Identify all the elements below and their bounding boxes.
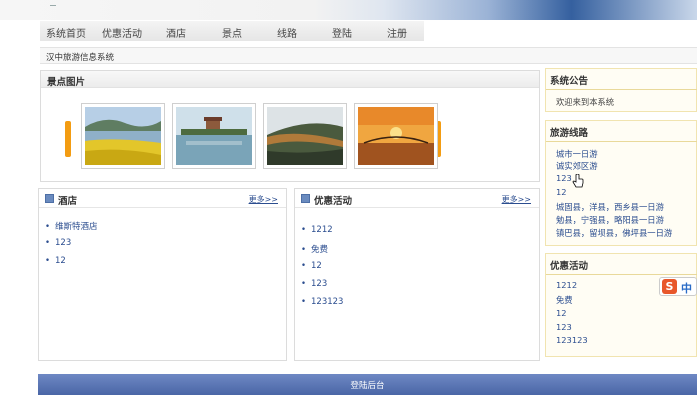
bullet-icon: •: [301, 279, 307, 289]
pavilion-lake-image: [176, 107, 252, 165]
list-icon: [45, 194, 54, 203]
promo-header: 优惠活动 更多>>: [295, 189, 539, 208]
promo-item[interactable]: • 123: [301, 279, 327, 289]
banner-mark: [50, 5, 56, 6]
site-name: 汉中旅游信息系统: [46, 53, 115, 63]
promo-item[interactable]: • 免费: [301, 243, 328, 255]
scenic-photo-4[interactable]: [354, 103, 438, 169]
side-promo-link[interactable]: 12: [556, 308, 567, 318]
scenic-gallery: 景点图片: [40, 70, 540, 182]
promo-item-label: 免费: [311, 245, 329, 255]
hotel-item[interactable]: • 维斯特酒店: [45, 220, 98, 232]
route-link[interactable]: 镇巴县，留坝县，佛坪县一日游: [556, 227, 672, 239]
nav-register[interactable]: 注册: [387, 25, 407, 40]
nav-login[interactable]: 登陆: [332, 25, 352, 40]
bullet-icon: •: [301, 261, 307, 271]
nav-routes[interactable]: 线路: [277, 25, 297, 40]
side-promo-link[interactable]: 1212: [556, 280, 577, 290]
hotel-item-label: 123: [55, 238, 72, 248]
divider: [546, 274, 697, 275]
header-banner: [0, 0, 697, 20]
nav-promotions[interactable]: 优惠活动: [102, 25, 142, 40]
hotel-more-link[interactable]: 更多>>: [249, 194, 278, 205]
side-promo-link[interactable]: 123: [556, 322, 572, 332]
hotel-item[interactable]: • 12: [45, 256, 66, 266]
promo-panel: 优惠活动 更多>> • 1212 • 免费 • 12 • 123 • 123123: [294, 188, 540, 361]
promo-item-label: 12: [311, 261, 322, 271]
scenic-photo-1[interactable]: [81, 103, 165, 169]
scenic-photo-3[interactable]: [263, 103, 347, 169]
scenic-photo-2[interactable]: [172, 103, 256, 169]
promo-title: 优惠活动: [314, 196, 353, 207]
promo-item[interactable]: • 1212: [301, 225, 333, 235]
nav-hotels[interactable]: 酒店: [166, 25, 186, 40]
rapeseed-lake-image: [85, 107, 161, 165]
promo-item-label: 1212: [311, 225, 333, 235]
bullet-icon: •: [45, 256, 51, 266]
side-promo-link[interactable]: 123123: [556, 335, 588, 345]
route-link[interactable]: 诚实郊区游: [556, 160, 598, 172]
footer-bar: 登陆后台: [38, 374, 697, 395]
plank-road-cliff-image: [267, 107, 343, 165]
hand-cursor-icon: [572, 174, 584, 188]
route-link[interactable]: 12: [556, 187, 567, 197]
promo-item[interactable]: • 12: [301, 261, 322, 271]
notice-box: 系统公告 欢迎来到本系统: [545, 68, 697, 112]
promo-item-label: 123123: [311, 297, 344, 307]
hotel-item-label: 维斯特酒店: [55, 222, 98, 232]
side-promo-link[interactable]: 免费: [556, 294, 573, 306]
route-link[interactable]: 勉县，宁强县，略阳县一日游: [556, 214, 664, 226]
nav-scenic[interactable]: 景点: [222, 25, 242, 40]
main-nav: 系统首页 优惠活动 酒店 景点 线路 登陆 注册: [40, 21, 424, 41]
promo-more-link[interactable]: 更多>>: [502, 194, 531, 205]
nav-home[interactable]: 系统首页: [46, 25, 86, 40]
ime-mode-label[interactable]: 中: [681, 280, 692, 296]
divider: [546, 141, 697, 142]
routes-title: 旅游线路: [550, 128, 589, 139]
promo-item[interactable]: • 123123: [301, 297, 343, 307]
notice-title: 系统公告: [550, 76, 589, 87]
gallery-prev-arrow[interactable]: [65, 121, 71, 157]
hotel-item[interactable]: • 123: [45, 238, 71, 248]
route-link[interactable]: 城市一日游: [556, 148, 598, 160]
bullet-icon: •: [301, 225, 307, 235]
breadcrumb: 汉中旅游信息系统: [40, 47, 697, 64]
bullet-icon: •: [45, 238, 51, 248]
ime-toolbar[interactable]: S 中: [659, 277, 697, 296]
hotel-header: 酒店 更多>>: [39, 189, 286, 208]
sunset-bridge-image: [358, 107, 434, 165]
hotel-panel: 酒店 更多>> • 维斯特酒店 • 123 • 12: [38, 188, 287, 361]
route-link[interactable]: 123: [556, 173, 572, 183]
bullet-icon: •: [45, 222, 51, 232]
admin-login-link[interactable]: 登陆后台: [38, 379, 697, 391]
notice-text: 欢迎来到本系统: [556, 97, 615, 107]
side-promo-box: 优惠活动 1212 免费 12 123 123123: [545, 253, 697, 357]
scenic-header: 景点图片: [41, 71, 539, 88]
scenic-title: 景点图片: [47, 77, 86, 88]
sogou-logo-icon: S: [662, 279, 677, 294]
routes-box: 旅游线路 城市一日游 诚实郊区游 123 12 城固县，洋县，西乡县一日游 勉县…: [545, 120, 697, 246]
side-promo-title: 优惠活动: [550, 261, 589, 272]
hotel-title: 酒店: [58, 196, 78, 207]
bullet-icon: •: [301, 245, 307, 255]
hotel-item-label: 12: [55, 256, 66, 266]
route-link[interactable]: 城固县，洋县，西乡县一日游: [556, 201, 664, 213]
list-icon: [301, 194, 310, 203]
divider: [546, 89, 697, 90]
promo-item-label: 123: [311, 279, 328, 289]
bullet-icon: •: [301, 297, 307, 307]
